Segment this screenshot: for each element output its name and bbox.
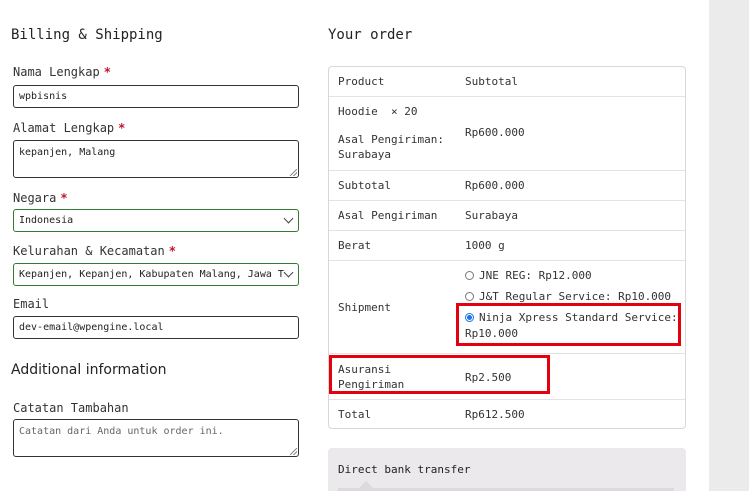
email-value: dev-email@wpengine.local [19, 322, 164, 333]
address-value: kepanjen, Malang [19, 147, 116, 158]
required-mark: * [60, 191, 68, 205]
subtotal-row: Subtotal Rp600.000 [329, 170, 685, 200]
required-mark: * [103, 65, 111, 79]
total-label: Total [338, 408, 372, 421]
resize-grip-icon[interactable] [290, 448, 297, 455]
radio-unchecked-icon[interactable] [465, 271, 474, 280]
name-value: wpbisnis [19, 91, 68, 102]
chevron-down-icon [283, 267, 294, 278]
additional-info-title: Additional information [11, 362, 167, 378]
shipment-highlight-box [456, 303, 681, 346]
origin-row: Asal Pengiriman Surabaya [329, 200, 685, 230]
district-label: Kelurahan & Kecamatan * [13, 244, 176, 258]
item-name: Hoodie × 20 [338, 105, 418, 118]
weight-value: 1000 g [465, 239, 505, 252]
country-select[interactable]: Indonesia [13, 209, 299, 232]
payment-method-label: Direct bank transfer [338, 463, 471, 476]
required-mark: * [118, 121, 126, 135]
name-input[interactable]: wpbisnis [13, 85, 299, 108]
email-input[interactable]: dev-email@wpengine.local [13, 316, 299, 339]
shipment-label: Shipment [338, 301, 391, 314]
shipment-option-jne[interactable]: JNE REG: Rp12.000 [465, 269, 592, 282]
notes-placeholder: Catatan dari Anda untuk order ini. [19, 426, 224, 437]
item-price: Rp600.000 [465, 126, 525, 139]
table-row: Hoodie × 20 Asal Pengiriman: Surabaya Rp… [329, 96, 685, 170]
district-select[interactable]: Kepanjen, Kepanjen, Kabupaten Malang, Ja… [13, 263, 299, 286]
weight-label: Berat [338, 239, 372, 252]
origin-value: Surabaya [465, 209, 518, 222]
total-row: Total Rp612.500 [329, 399, 685, 429]
subtotal-value: Rp600.000 [465, 179, 525, 192]
address-textarea[interactable]: kepanjen, Malang [13, 140, 299, 178]
address-label: Alamat Lengkap * [13, 121, 126, 135]
name-label: Nama Lengkap * [13, 65, 111, 79]
resize-grip-icon[interactable] [290, 169, 297, 176]
notes-textarea[interactable]: Catatan dari Anda untuk order ini. [13, 419, 299, 457]
subtotal-label: Subtotal [338, 179, 391, 192]
country-value: Indonesia [19, 215, 74, 226]
item-origin-value: Surabaya [338, 148, 391, 161]
total-value: Rp612.500 [465, 408, 525, 421]
required-mark: * [168, 244, 176, 258]
insurance-highlight-box [329, 355, 550, 394]
country-label: Negara * [13, 191, 68, 205]
table-header-row: Product Subtotal [329, 67, 685, 96]
payment-method-box[interactable]: Direct bank transfer [328, 448, 686, 491]
weight-row: Berat 1000 g [329, 230, 685, 260]
district-value: Kepanjen, Kepanjen, Kabupaten Malang, Ja… [19, 269, 285, 280]
header-product: Product [338, 75, 385, 88]
origin-label: Asal Pengiriman [338, 209, 438, 222]
order-title: Your order [328, 27, 413, 43]
item-origin-label: Asal Pengiriman: [338, 133, 444, 146]
right-gray-panel [709, 0, 749, 491]
radio-unchecked-icon[interactable] [465, 292, 474, 301]
shipment-option-jnt[interactable]: J&T Regular Service: Rp10.000 [465, 290, 671, 303]
item-qty: × 20 [391, 105, 418, 118]
chevron-down-icon [283, 213, 294, 224]
notes-label: Catatan Tambahan [13, 401, 129, 415]
billing-title: Billing & Shipping [11, 27, 163, 43]
email-label: Email [13, 297, 50, 311]
header-subtotal: Subtotal [465, 75, 518, 88]
